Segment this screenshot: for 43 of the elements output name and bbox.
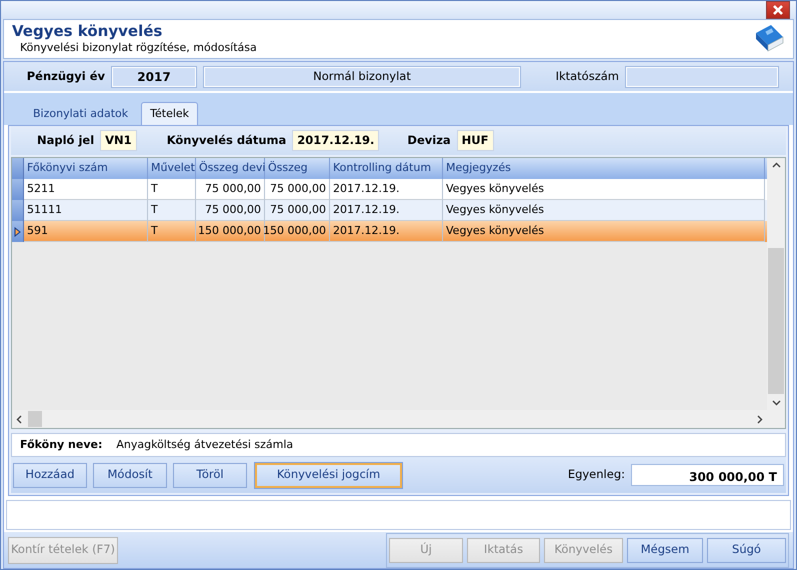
scroll-left-icon[interactable] [16,414,22,424]
button[interactable]: Mégsem [627,538,703,562]
field-label: Könyvelés dátuma [166,132,286,149]
scroll-thumb[interactable] [768,248,784,394]
scroll-up-icon[interactable] [772,162,780,168]
form-subtitle: Könyvelési bizonylat rögzítése, módosítása [19,40,257,56]
table-cell: 2017.12.19. [330,221,443,242]
voucher-type-field: Normál bizonylat [203,66,521,88]
table-cell: 150 000,00 [265,221,330,242]
header-corner [12,158,24,179]
scroll-thumb[interactable] [28,411,42,427]
form-title: Vegyes könyvelés [12,23,164,40]
field-value: 2017.12.19. [292,130,380,152]
action-button[interactable]: Töröl [173,462,247,488]
balance-field: 300 000,00 T [631,464,784,486]
action-button[interactable]: Könyvelési jogcím [255,462,402,488]
horizontal-scrollbar[interactable] [12,410,785,428]
vertical-scrollbar[interactable] [767,158,785,410]
scroll-right-icon[interactable] [757,414,763,424]
filing-number-label: Iktatószám [554,68,619,85]
account-name-label: Főköny neve: [20,436,102,453]
fiscal-year-field: 2017 [111,66,197,88]
table-cell: 591 [24,221,148,242]
current-row-icon [14,226,21,236]
tab[interactable]: Tételek [141,102,198,125]
field-label: Deviza [407,132,451,149]
close-icon [772,4,784,16]
fiscal-year-label: Pénzügyi év [26,68,105,85]
close-button[interactable] [766,1,790,19]
row-header[interactable] [12,221,24,242]
table-cell: T [148,221,196,242]
button[interactable]: Súgó [707,538,786,562]
action-button[interactable]: Hozzáad [13,462,87,488]
field-value: HUF [456,130,494,152]
account-name-value: Anyagköltség átvezetési számla [116,436,294,453]
table-cell: 150 000,00 [196,221,265,242]
table-cell: Vegyes könyvelés [443,221,765,242]
action-button[interactable]: Módosít [93,462,167,488]
field-value: VN1 [100,130,137,152]
balance-label: Egyenleg: [568,466,625,484]
tab[interactable]: Bizonylati adatok [24,102,138,125]
field-label: Napló jel [37,132,94,149]
scroll-down-icon[interactable] [772,400,780,406]
